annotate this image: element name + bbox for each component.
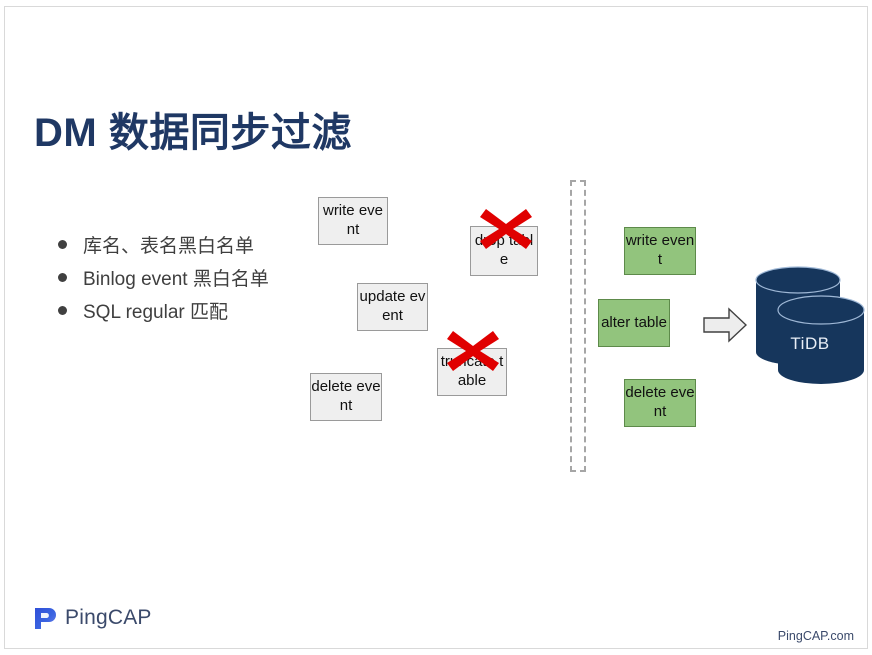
list-item: Binlog event 黑白名单 — [58, 268, 388, 292]
bullet-label: 库名、表名黑白名单 — [83, 236, 255, 257]
source-event-truncate-table: truncate table — [437, 348, 507, 396]
right-block-arrow-icon — [703, 307, 747, 343]
page-title: DM 数据同步过滤 — [34, 111, 352, 155]
filtered-event-write: write event — [624, 227, 696, 275]
filtered-event-delete: delete event — [624, 379, 696, 427]
bullet-label: SQL regular 匹配 — [83, 301, 229, 323]
source-event-update: update event — [357, 283, 428, 331]
pingcap-mark-icon — [35, 608, 56, 629]
pingcap-logo: PingCAP — [32, 605, 152, 631]
source-event-delete: delete event — [310, 373, 382, 421]
bullet-dot-icon — [58, 272, 67, 282]
tidb-database-graphic: TiDB — [748, 262, 872, 392]
pingcap-logo-text: PingCAP — [65, 606, 152, 629]
filtered-event-alter-table: alter table — [598, 299, 670, 347]
bullet-list: 库名、表名黑白名单 Binlog event 黑白名单 SQL regular … — [58, 235, 388, 333]
footer-url: PingCAP.com — [777, 629, 854, 643]
source-event-write: write event — [318, 197, 388, 245]
bullet-label: Binlog event 黑白名单 — [83, 268, 269, 290]
bullet-dot-icon — [58, 240, 67, 249]
slide-canvas: DM 数据同步过滤 库名、表名黑白名单 Binlog event 黑白名单 SQ… — [0, 0, 872, 655]
bullet-dot-icon — [58, 305, 67, 315]
source-event-drop-table: drop table — [470, 226, 538, 276]
dashed-filter-divider — [570, 180, 586, 472]
list-item: SQL regular 匹配 — [58, 301, 388, 325]
